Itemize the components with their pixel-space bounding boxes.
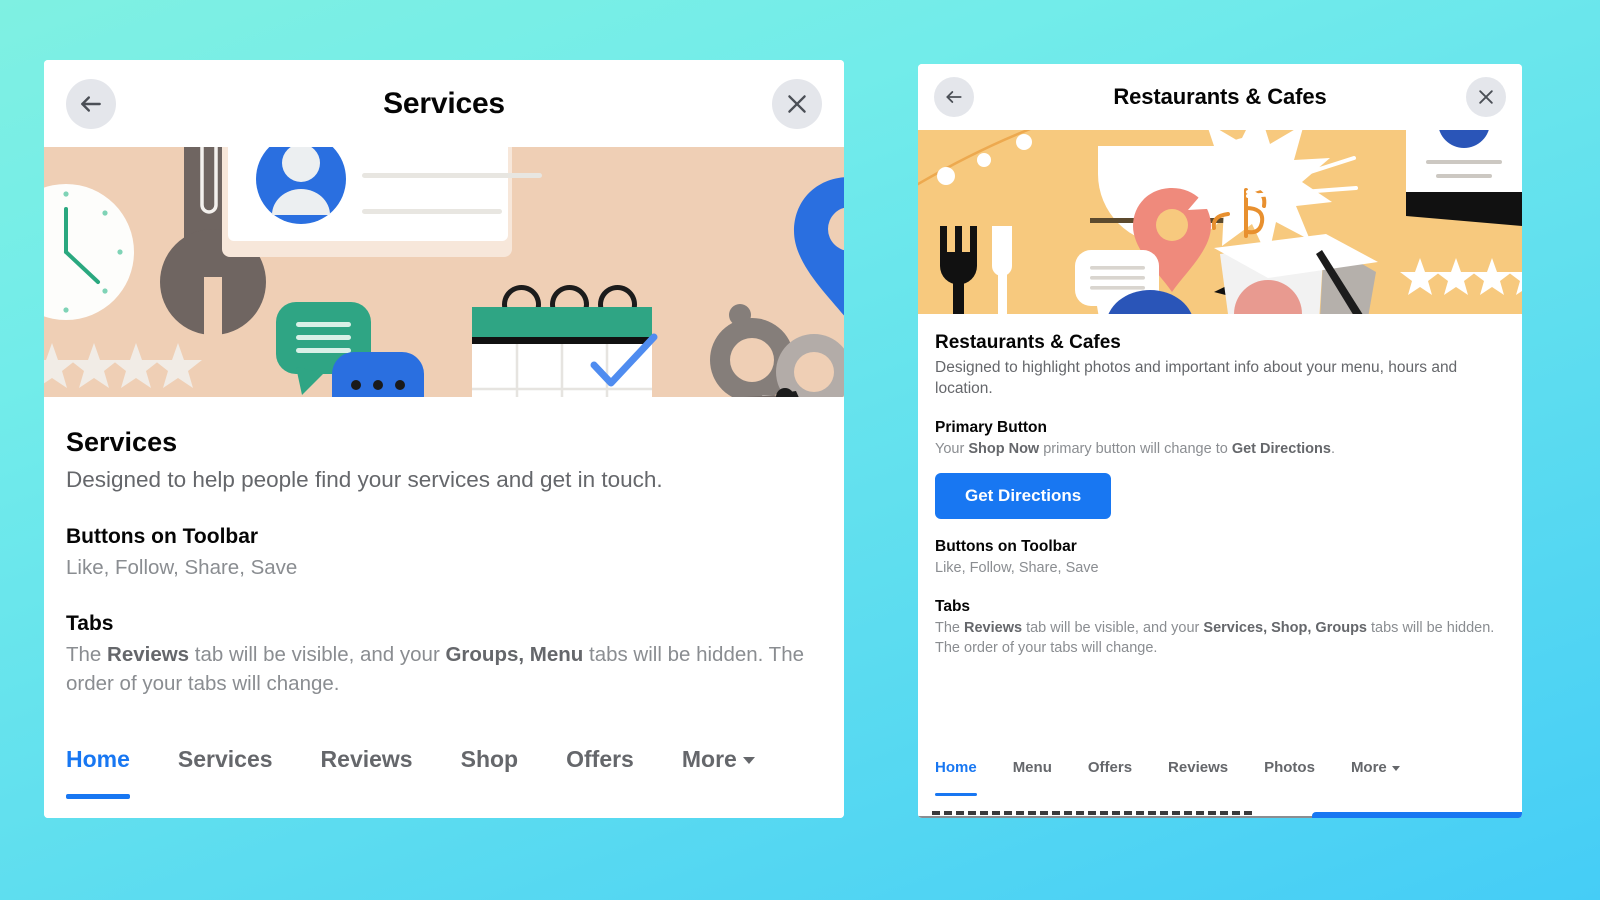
restaurants-tabs-text: The Reviews tab will be visible, and you… bbox=[935, 619, 1495, 657]
services-tabs-text: The Reviews tab will be visible, and you… bbox=[66, 643, 805, 696]
tab-menu[interactable]: Menu bbox=[995, 754, 1070, 796]
tab-photos[interactable]: Photos bbox=[1246, 754, 1333, 796]
back-button[interactable] bbox=[934, 77, 974, 117]
chevron-down-icon bbox=[742, 757, 755, 765]
tab-shop[interactable]: Shop bbox=[437, 740, 543, 799]
tab-offers[interactable]: Offers bbox=[1070, 754, 1150, 796]
tab-label: Menu bbox=[1012, 759, 1052, 776]
tab-offers[interactable]: Offers bbox=[542, 740, 658, 799]
back-arrow-icon bbox=[944, 87, 964, 107]
services-preview-card: Services Services Designed to help peopl… bbox=[44, 60, 844, 818]
services-illustration bbox=[44, 147, 844, 397]
tab-label: Shop bbox=[460, 746, 519, 772]
restaurants-card-title: Restaurants & Cafes bbox=[1113, 84, 1327, 109]
tab-more[interactable]: More bbox=[658, 740, 779, 799]
restaurants-tabs-heading: Tabs bbox=[935, 597, 971, 615]
restaurants-illustration bbox=[918, 130, 1522, 314]
services-section-subtitle: Designed to help people find your servic… bbox=[66, 467, 663, 492]
tab-label: Offers bbox=[1087, 759, 1133, 776]
restaurants-card-body: Restaurants & Cafes Designed to highligh… bbox=[918, 314, 1522, 659]
tab-label: Photos bbox=[1264, 759, 1315, 776]
close-icon bbox=[784, 91, 810, 117]
close-button[interactable] bbox=[1466, 77, 1506, 117]
tab-label: Home bbox=[66, 746, 130, 772]
tab-label: Home bbox=[935, 759, 977, 776]
tab-label: Reviews bbox=[1168, 759, 1229, 776]
restaurants-card-header: Restaurants & Cafes bbox=[918, 64, 1522, 130]
tab-label: Offers bbox=[566, 746, 634, 772]
peek-blue-bar bbox=[1312, 812, 1522, 818]
primary-button-text: Your Shop Now primary button will change… bbox=[935, 440, 1335, 457]
emphasis-text: Get Directions bbox=[1231, 440, 1331, 457]
peek-dashed-line bbox=[932, 811, 1252, 815]
tab-reviews[interactable]: Reviews bbox=[1150, 754, 1246, 796]
restaurants-toolbar-text: Like, Follow, Share, Save bbox=[935, 560, 1099, 577]
restaurants-banner bbox=[918, 130, 1522, 314]
restaurants-tabbar: Home Menu Offers Reviews Photos More bbox=[918, 738, 1522, 818]
chevron-down-icon bbox=[1391, 765, 1400, 771]
tab-label: More bbox=[681, 746, 737, 772]
close-button[interactable] bbox=[772, 78, 822, 129]
emphasis-text: Reviews bbox=[964, 619, 1023, 636]
services-card-header: Services bbox=[44, 60, 844, 147]
services-banner bbox=[44, 147, 844, 397]
back-arrow-icon bbox=[78, 91, 104, 117]
emphasis-text: Services, Shop, Groups bbox=[1203, 619, 1367, 636]
emphasis-text: Shop Now bbox=[968, 440, 1040, 457]
back-button[interactable] bbox=[66, 78, 116, 129]
services-toolbar-text: Like, Follow, Share, Save bbox=[66, 555, 298, 579]
services-section-title: Services bbox=[66, 427, 178, 457]
services-tabbar: Home Services Reviews Shop Offers More bbox=[44, 722, 844, 818]
restaurants-section-title: Restaurants & Cafes bbox=[935, 332, 1121, 353]
tab-more[interactable]: More bbox=[1333, 754, 1418, 796]
tab-label: Reviews bbox=[320, 746, 413, 772]
tab-services[interactable]: Services bbox=[154, 740, 297, 799]
tab-label: Services bbox=[177, 746, 273, 772]
get-directions-button[interactable]: Get Directions bbox=[935, 473, 1112, 520]
services-tabs-heading: Tabs bbox=[66, 612, 114, 636]
restaurants-section-subtitle: Designed to highlight photos and importa… bbox=[935, 359, 1458, 398]
tab-home[interactable]: Home bbox=[66, 740, 154, 799]
close-icon bbox=[1476, 87, 1496, 107]
restaurants-preview-card: Restaurants & Cafes Restaurants & Cafes … bbox=[918, 64, 1522, 818]
restaurants-toolbar-heading: Buttons on Toolbar bbox=[935, 538, 1077, 556]
services-card-title: Services bbox=[383, 86, 505, 120]
tab-label: More bbox=[1350, 759, 1387, 776]
cut-off-content-peek bbox=[918, 810, 1522, 818]
primary-button-heading: Primary Button bbox=[935, 418, 1047, 436]
emphasis-text: Groups, Menu bbox=[445, 643, 584, 667]
tab-reviews[interactable]: Reviews bbox=[297, 740, 437, 799]
emphasis-text: Reviews bbox=[107, 643, 190, 667]
tab-home[interactable]: Home bbox=[935, 754, 995, 796]
services-toolbar-heading: Buttons on Toolbar bbox=[66, 524, 259, 548]
services-card-body: Services Designed to help people find yo… bbox=[44, 397, 844, 699]
